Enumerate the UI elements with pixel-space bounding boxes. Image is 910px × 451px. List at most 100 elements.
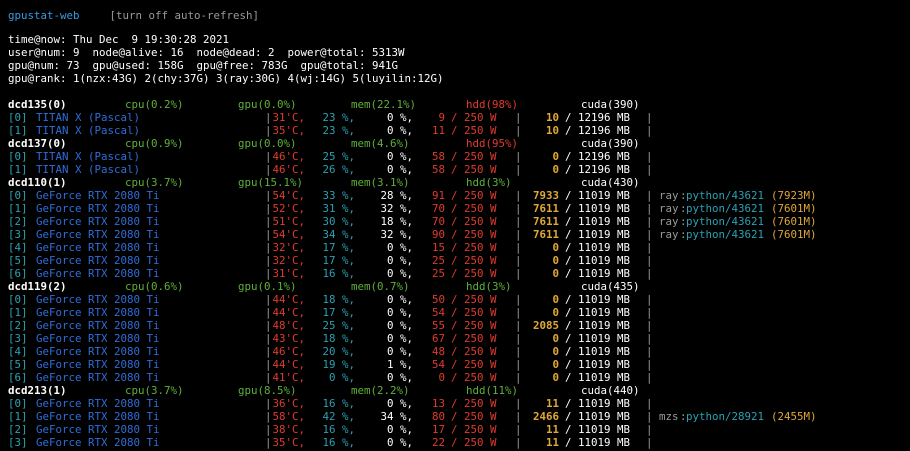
gpu-memory-total: / 11019 MB xyxy=(565,358,631,371)
column-separator: | xyxy=(646,358,653,371)
gpu-memory-total: / 11019 MB xyxy=(565,410,631,423)
gpu-memory-total: / 11019 MB xyxy=(565,423,631,436)
gpu-row: [0] GeForce RTX 2080 Ti | 44'C, 18 %, 0 %, 50/… xyxy=(0,293,910,306)
gpu-row: [5] GeForce RTX 2080 Ti | 32'C, 17 %, 0 %, 25/… xyxy=(0,254,910,267)
gpu-memory-total: / 11019 MB xyxy=(565,254,631,267)
column-separator: | xyxy=(646,267,653,280)
process-user: ray xyxy=(659,215,679,228)
gpu-memory-total: / 11019 MB xyxy=(565,397,631,410)
process-name: python/28921 xyxy=(686,410,765,423)
gpu-memory-used: 7611 xyxy=(532,202,559,215)
server-cuda-version: cuda(390) xyxy=(581,137,640,150)
server-name: dcd137(0) xyxy=(8,137,67,150)
gpu-memory-total: / 11019 MB xyxy=(565,436,631,449)
server-list: dcd135(0) cpu(0.2%) gpu(0.0%) mem(22.1%) hdd… xyxy=(0,98,910,449)
gpu-row: [1] GeForce RTX 2080 Ti | 44'C, 17 %, 0 %, 54/… xyxy=(0,306,910,319)
server-cpu-usage: cpu(0.9%) xyxy=(125,137,184,150)
gpu-memory-used: 7611 xyxy=(532,215,559,228)
server-hdd-usage: hdd(3%) xyxy=(466,280,512,293)
gpu-row: [5] GeForce RTX 2080 Ti | 44'C, 19 %, 1 %, 54/… xyxy=(0,358,910,371)
process-user: mzs xyxy=(659,410,679,423)
gpu-row: [2] GeForce RTX 2080 Ti | 48'C, 25 %, 0 %, 55/… xyxy=(0,319,910,332)
gpu-row: [0] GeForce RTX 2080 Ti | 54'C, 33 %, 28 %, 91… xyxy=(0,189,910,202)
gpu-row: [3] GeForce RTX 2080 Ti | 54'C, 34 %, 32 %, 90… xyxy=(0,228,910,241)
server-gpu-usage: gpu(0.0%) xyxy=(238,137,297,150)
gpu-memory-used: 0 xyxy=(552,254,559,267)
gpu-memory-used: 7611 xyxy=(532,228,559,241)
gpu-memory-total: / 11019 MB xyxy=(565,306,631,319)
summary-nodes: user@num: 9 node@alive: 16 node@dead: 2 … xyxy=(8,46,405,59)
server-cpu-usage: cpu(0.2%) xyxy=(125,98,184,111)
column-separator: | xyxy=(646,306,653,319)
header: gpustat-web [turn off auto-refresh] xyxy=(8,6,259,26)
server-mem-usage: mem(3.1%) xyxy=(351,176,410,189)
column-separator: | xyxy=(646,202,653,215)
gpu-row: [1] GeForce RTX 2080 Ti | 52'C, 31 %, 32 %, 70… xyxy=(0,202,910,215)
gpu-row: [1] TITAN X (Pascal) | 46'C, 26 %, 0 %, 58/ 25… xyxy=(0,163,910,176)
gpu-row: [0] TITAN X (Pascal) | 46'C, 25 %, 0 %, 58/ 25… xyxy=(0,150,910,163)
server-name: dcd135(0) xyxy=(8,98,67,111)
gpu-memory-used: 0 xyxy=(552,306,559,319)
gpu-memory-total: / 11019 MB xyxy=(565,332,631,345)
gpu-memory-used: 10 xyxy=(545,111,559,124)
process-name: python/43621 xyxy=(686,202,765,215)
gpu-row: [6] GeForce RTX 2080 Ti | 41'C, 0 %, 0 %, 0/ 2… xyxy=(0,371,910,384)
process-name: python/43621 xyxy=(686,189,765,202)
column-separator: | xyxy=(646,228,653,241)
column-separator: | xyxy=(646,241,653,254)
gpu-memory-total: / 12196 MB xyxy=(565,111,631,124)
column-separator: | xyxy=(646,215,653,228)
column-separator: | xyxy=(646,397,653,410)
auto-refresh-toggle-link[interactable]: [turn off auto-refresh] xyxy=(110,9,260,22)
summary-gpus: gpu@num: 73 gpu@used: 158G gpu@free: 783… xyxy=(8,59,399,72)
server-mem-usage: mem(4.6%) xyxy=(351,137,410,150)
gpu-row: [4] GeForce RTX 2080 Ti | 32'C, 17 %, 0 %, 15/… xyxy=(0,241,910,254)
server-header-row: dcd135(0) cpu(0.2%) gpu(0.0%) mem(22.1%) hdd… xyxy=(0,98,910,111)
gpu-row: [4] GeForce RTX 2080 Ti | 46'C, 20 %, 0 %, 48/… xyxy=(0,345,910,358)
gpu-memory-used: 10 xyxy=(545,124,559,137)
gpu-memory-used: 0 xyxy=(552,241,559,254)
process-memory: (7601M) xyxy=(771,202,817,215)
gpu-memory-total: / 12196 MB xyxy=(565,163,631,176)
app-title: gpustat-web xyxy=(8,9,80,22)
server-mem-usage: mem(0.7%) xyxy=(351,280,410,293)
gpu-memory-total: / 11019 MB xyxy=(565,202,631,215)
server-header-row: dcd213(1) cpu(3.7%) gpu(8.5%) mem(2.2%) hdd(… xyxy=(0,384,910,397)
gpu-memory-total: / 12196 MB xyxy=(565,150,631,163)
column-separator: | xyxy=(646,150,653,163)
gpu-memory-total: / 11019 MB xyxy=(565,241,631,254)
gpu-memory-used: 0 xyxy=(552,332,559,345)
gpu-row: [1] TITAN X (Pascal) | 35'C, 23 %, 0 %, 11/ 25… xyxy=(0,124,910,137)
server-header-row: dcd119(2) cpu(0.6%) gpu(0.1%) mem(0.7%) hdd(… xyxy=(0,280,910,293)
gpu-memory-total: / 11019 MB xyxy=(565,345,631,358)
column-separator: | xyxy=(646,345,653,358)
gpu-row: [0] TITAN X (Pascal) | 31'C, 23 %, 0 %, 9/ 250… xyxy=(0,111,910,124)
gpu-memory-total: / 12196 MB xyxy=(565,124,631,137)
server-header-row: dcd110(1) cpu(3.7%) gpu(15.1%) mem(3.1%) hdd… xyxy=(0,176,910,189)
gpu-row: [3] GeForce RTX 2080 Ti | 35'C, 16 %, 0 %, 22/… xyxy=(0,436,910,449)
server-mem-usage: mem(2.2%) xyxy=(351,384,410,397)
server-header-row: dcd137(0) cpu(0.9%) gpu(0.0%) mem(4.6%) hdd(… xyxy=(0,137,910,150)
process-user: ray xyxy=(659,202,679,215)
server-hdd-usage: hdd(98%) xyxy=(466,98,519,111)
column-separator: | xyxy=(646,423,653,436)
gpu-memory-used: 2085 xyxy=(532,319,559,332)
summary-rank: gpu@rank: 1(nzx:43G) 2(chy:37G) 3(ray:30… xyxy=(8,72,444,85)
process-memory: (7923M) xyxy=(771,189,817,202)
column-separator: | xyxy=(646,163,653,176)
gpu-memory-total: / 11019 MB xyxy=(565,228,631,241)
server-mem-usage: mem(22.1%) xyxy=(351,98,417,111)
server-hdd-usage: hdd(11%) xyxy=(466,384,519,397)
gpu-row: [3] GeForce RTX 2080 Ti | 43'C, 18 %, 0 %, 67/… xyxy=(0,332,910,345)
gpu-memory-used: 0 xyxy=(552,150,559,163)
gpu-memory-total: / 11019 MB xyxy=(565,267,631,280)
server-cpu-usage: cpu(3.7%) xyxy=(125,384,184,397)
server-cuda-version: cuda(440) xyxy=(581,384,640,397)
process-user: ray xyxy=(659,189,679,202)
gpu-row: [1] GeForce RTX 2080 Ti | 58'C, 42 %, 34 %, 80… xyxy=(0,410,910,423)
gpu-memory-used: 11 xyxy=(545,436,559,449)
process-user: ray xyxy=(659,228,679,241)
gpu-memory-used: 0 xyxy=(552,358,559,371)
gpu-memory-total: / 11019 MB xyxy=(565,293,631,306)
gpu-memory-total: / 11019 MB xyxy=(565,319,631,332)
